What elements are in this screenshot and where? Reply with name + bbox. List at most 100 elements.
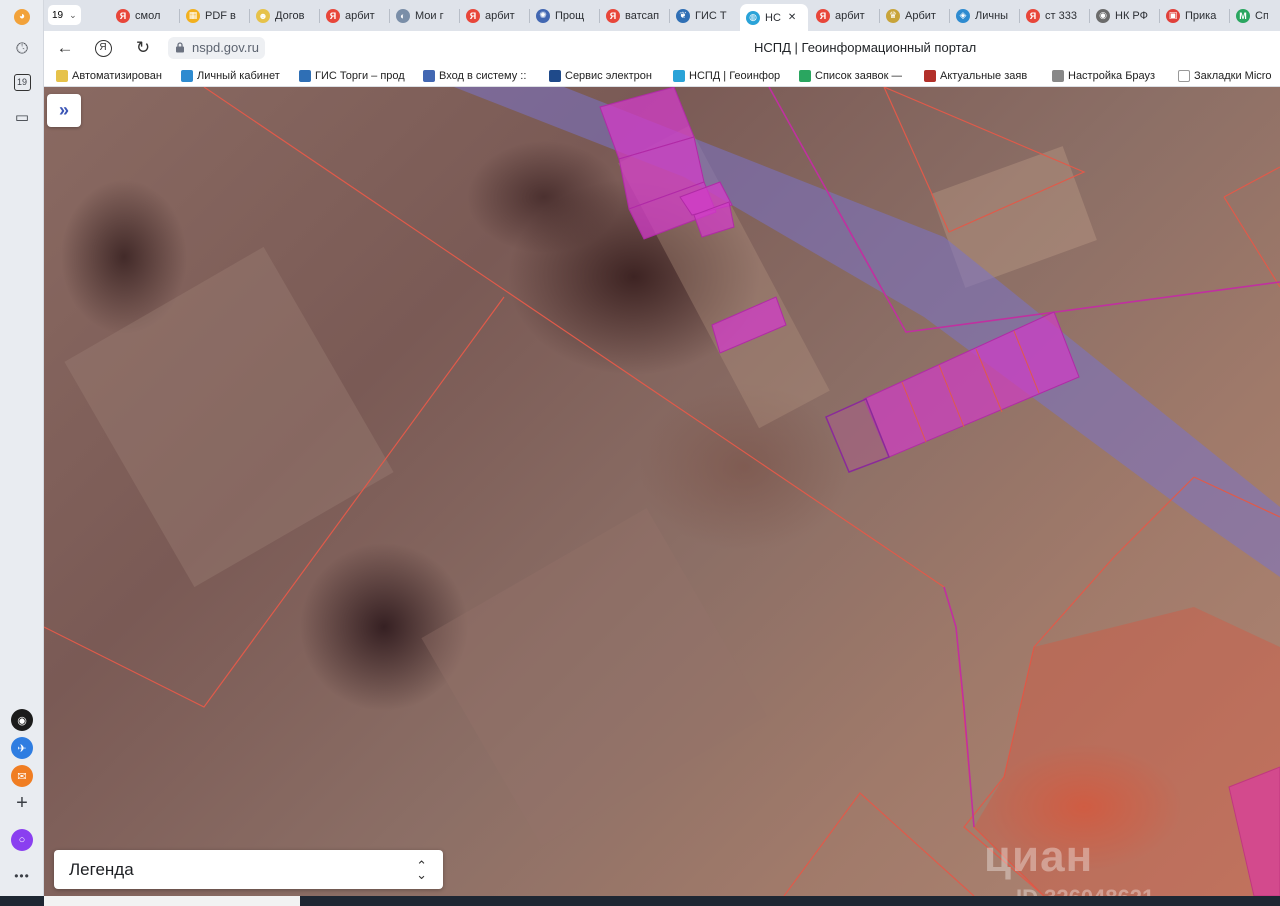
address-bar: ← Я ↻ nspd.gov.ru НСПД | Геоинформационн… bbox=[44, 31, 1280, 65]
bookmark-item[interactable]: Актуальные заяв bbox=[924, 68, 1027, 84]
more-icon[interactable]: ••• bbox=[8, 862, 36, 890]
tab-label: Личны bbox=[975, 9, 1009, 22]
tab-favicon-icon: ▣ bbox=[1166, 8, 1180, 23]
bookmark-favicon-icon bbox=[181, 70, 193, 82]
bookmark-item[interactable]: Закладки Microsoft bbox=[1178, 68, 1272, 84]
bookmark-favicon-icon bbox=[299, 70, 311, 82]
tab-favicon-icon: M bbox=[1236, 8, 1250, 23]
tab-label: ГИС Т bbox=[695, 9, 727, 22]
map-overlay bbox=[44, 87, 1280, 896]
bookmark-item[interactable]: ГИС Торги – прод bbox=[299, 68, 405, 84]
close-tab-icon[interactable]: ✕ bbox=[788, 12, 796, 23]
tab-10[interactable]: Яарбит bbox=[810, 4, 878, 27]
calendar-icon[interactable]: 19 bbox=[8, 68, 36, 96]
url-field[interactable]: nspd.gov.ru bbox=[168, 37, 265, 59]
tab-favicon-icon: ◈ bbox=[956, 8, 970, 23]
bookmark-favicon-icon bbox=[56, 70, 68, 82]
tab-3[interactable]: Яарбит bbox=[320, 4, 388, 27]
tab-16[interactable]: M Сп bbox=[1230, 4, 1268, 27]
tab-1[interactable]: ▦ PDF в bbox=[180, 4, 248, 27]
taskbar-window-slot[interactable] bbox=[44, 896, 300, 906]
bookmark-item[interactable]: Настройка Брауз bbox=[1052, 68, 1155, 84]
tab-favicon-icon: ◍ bbox=[746, 10, 760, 25]
bookmark-label: Автоматизирован bbox=[72, 70, 162, 82]
reload-icon[interactable]: ↻ bbox=[132, 37, 154, 59]
expand-panel-button[interactable]: » bbox=[47, 94, 81, 127]
tab-favicon-icon: ◉ bbox=[1096, 8, 1110, 23]
bookmark-favicon-icon bbox=[924, 70, 936, 82]
screenshot-icon[interactable]: ▭ bbox=[8, 103, 36, 131]
browser-logo-icon[interactable]: ◕ bbox=[8, 3, 36, 31]
yandex-icon[interactable]: Я bbox=[92, 37, 114, 59]
bookmark-label: Личный кабинет bbox=[197, 70, 280, 82]
tab-counter-value: 19 bbox=[52, 9, 64, 21]
bookmark-label: Вход в систему :: bbox=[439, 70, 527, 82]
tab-5[interactable]: Яарбит bbox=[460, 4, 528, 27]
bookmark-label: Актуальные заяв bbox=[940, 70, 1028, 82]
tab-label: Прика bbox=[1185, 9, 1217, 22]
tab-13[interactable]: Яст 333 bbox=[1020, 4, 1088, 27]
tab-favicon-icon: ♛ bbox=[886, 8, 900, 23]
tab-7[interactable]: Яватсап bbox=[600, 4, 668, 27]
bookmark-item[interactable]: Список заявок — bbox=[799, 68, 902, 84]
tab-favicon-icon: ▦ bbox=[186, 8, 200, 23]
bookmarks-bar: Автоматизирован Личный кабинет ГИС Торги –… bbox=[44, 65, 1280, 87]
url-text: nspd.gov.ru bbox=[192, 40, 259, 55]
browser-sidebar: ◕ 🕓︎ 19 ▭ ◉ ✈ ✉ + ○ ••• bbox=[0, 0, 44, 906]
tab-label: арбит bbox=[345, 9, 375, 22]
tab-2[interactable]: ☻ Догов bbox=[250, 4, 318, 27]
tab-8[interactable]: ❦ ГИС Т bbox=[670, 4, 738, 27]
tab-favicon-icon: ◐ bbox=[396, 8, 410, 23]
tab-6[interactable]: ✺ Прощ bbox=[530, 4, 598, 27]
bookmark-item[interactable]: НСПД | Геоинфор bbox=[673, 68, 780, 84]
messenger-icon[interactable]: ✈ bbox=[11, 737, 33, 759]
tab-9[interactable]: ◍ НС ✕ bbox=[740, 4, 808, 31]
tab-favicon-icon: ❦ bbox=[676, 8, 690, 23]
legend-label: Легенда bbox=[69, 859, 134, 879]
tab-label: Прощ bbox=[555, 9, 585, 22]
tab-label: ст 333 bbox=[1045, 9, 1077, 22]
tab-label: ватсап bbox=[625, 9, 660, 22]
tab-0[interactable]: Ясмол bbox=[110, 4, 178, 27]
tab-4[interactable]: ◐ Мои г bbox=[390, 4, 458, 27]
bookmark-favicon-icon bbox=[549, 70, 561, 82]
bookmark-item[interactable]: Автоматизирован bbox=[56, 68, 162, 84]
bookmark-favicon-icon bbox=[1178, 70, 1190, 82]
tab-14[interactable]: ◉ НК РФ bbox=[1090, 4, 1158, 27]
legend-select[interactable]: Легенда ⌃ ⌄ bbox=[54, 850, 443, 889]
bookmark-label: НСПД | Геоинфор bbox=[689, 70, 781, 82]
add-panel-icon[interactable]: + bbox=[8, 789, 36, 817]
history-icon[interactable]: 🕓︎ bbox=[8, 34, 36, 62]
map-canvas[interactable]: циан ID 326048621 bbox=[44, 87, 1280, 896]
lock-icon bbox=[176, 42, 184, 53]
os-taskbar bbox=[0, 896, 1280, 906]
tab-favicon-icon: ☻ bbox=[256, 8, 270, 23]
bookmark-item[interactable]: Сервис электрон bbox=[549, 68, 652, 84]
tab-counter[interactable]: 19 ⌄ bbox=[48, 5, 81, 25]
bookmark-label: Настройка Брауз bbox=[1068, 70, 1156, 82]
back-icon[interactable]: ← bbox=[54, 37, 76, 59]
bookmark-label: ГИС Торги – прод bbox=[315, 70, 405, 82]
calendar-badge: 19 bbox=[13, 73, 31, 91]
bookmark-favicon-icon bbox=[673, 70, 685, 82]
bookmark-label: Сервис электрон bbox=[565, 70, 652, 82]
tab-label: НК РФ bbox=[1115, 9, 1148, 22]
watermark-id: ID 326048621 bbox=[1016, 885, 1154, 896]
tab-label: PDF в bbox=[205, 9, 236, 22]
tab-label: арбит bbox=[485, 9, 515, 22]
bookmark-item[interactable]: Личный кабинет bbox=[181, 68, 280, 84]
alice-camera-icon[interactable]: ◉ bbox=[11, 709, 33, 731]
tab-label: арбит bbox=[835, 9, 865, 22]
bookmark-label: Закладки Microsoft bbox=[1194, 70, 1272, 82]
bookmark-label: Список заявок — bbox=[815, 70, 903, 82]
tab-11[interactable]: ♛ Арбит bbox=[880, 4, 948, 27]
tab-label: Арбит bbox=[905, 9, 936, 22]
utility-corridor[interactable] bbox=[454, 87, 1280, 577]
tab-label: Мои г bbox=[415, 9, 444, 22]
alice-assistant-icon[interactable]: ○ bbox=[11, 829, 33, 851]
tab-15[interactable]: ▣ Прика bbox=[1160, 4, 1228, 27]
tab-12[interactable]: ◈ Личны bbox=[950, 4, 1018, 27]
tab-label: смол bbox=[135, 9, 161, 22]
bookmark-item[interactable]: Вход в систему :: bbox=[423, 68, 526, 84]
mail-icon[interactable]: ✉ bbox=[11, 765, 33, 787]
